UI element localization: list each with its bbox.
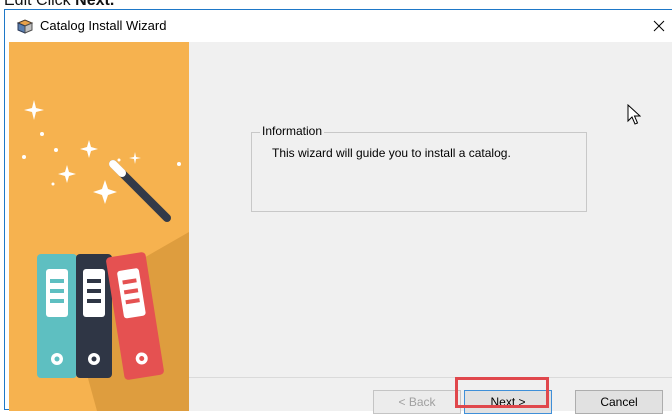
binder-icons <box>37 252 164 380</box>
instruction-emphasis: Next. <box>75 0 115 9</box>
magic-wand-icon <box>109 160 171 222</box>
wizard-sidebar-illustration <box>9 42 189 411</box>
close-icon[interactable] <box>646 10 672 42</box>
information-text: This wizard will guide you to install a … <box>272 146 511 160</box>
window-title: Catalog Install Wizard <box>40 18 167 33</box>
information-legend: Information <box>260 124 325 138</box>
back-button[interactable]: < Back <box>373 390 461 414</box>
title-bar: Catalog Install Wizard <box>5 10 672 42</box>
mouse-pointer-icon <box>627 103 642 131</box>
instruction-prefix: Edit Click <box>4 0 71 9</box>
information-group: Information This wizard will guide you t… <box>251 124 587 212</box>
wizard-content: Information This wizard will guide you t… <box>189 42 672 377</box>
wizard-app-icon <box>16 17 34 35</box>
cancel-button[interactable]: Cancel <box>575 390 663 414</box>
wizard-window: Catalog Install Wizard Information This … <box>4 9 672 414</box>
sparkle-icons <box>22 100 181 204</box>
wizard-footer: < Back Next > Cancel <box>189 377 672 414</box>
next-button-highlight <box>455 377 549 408</box>
